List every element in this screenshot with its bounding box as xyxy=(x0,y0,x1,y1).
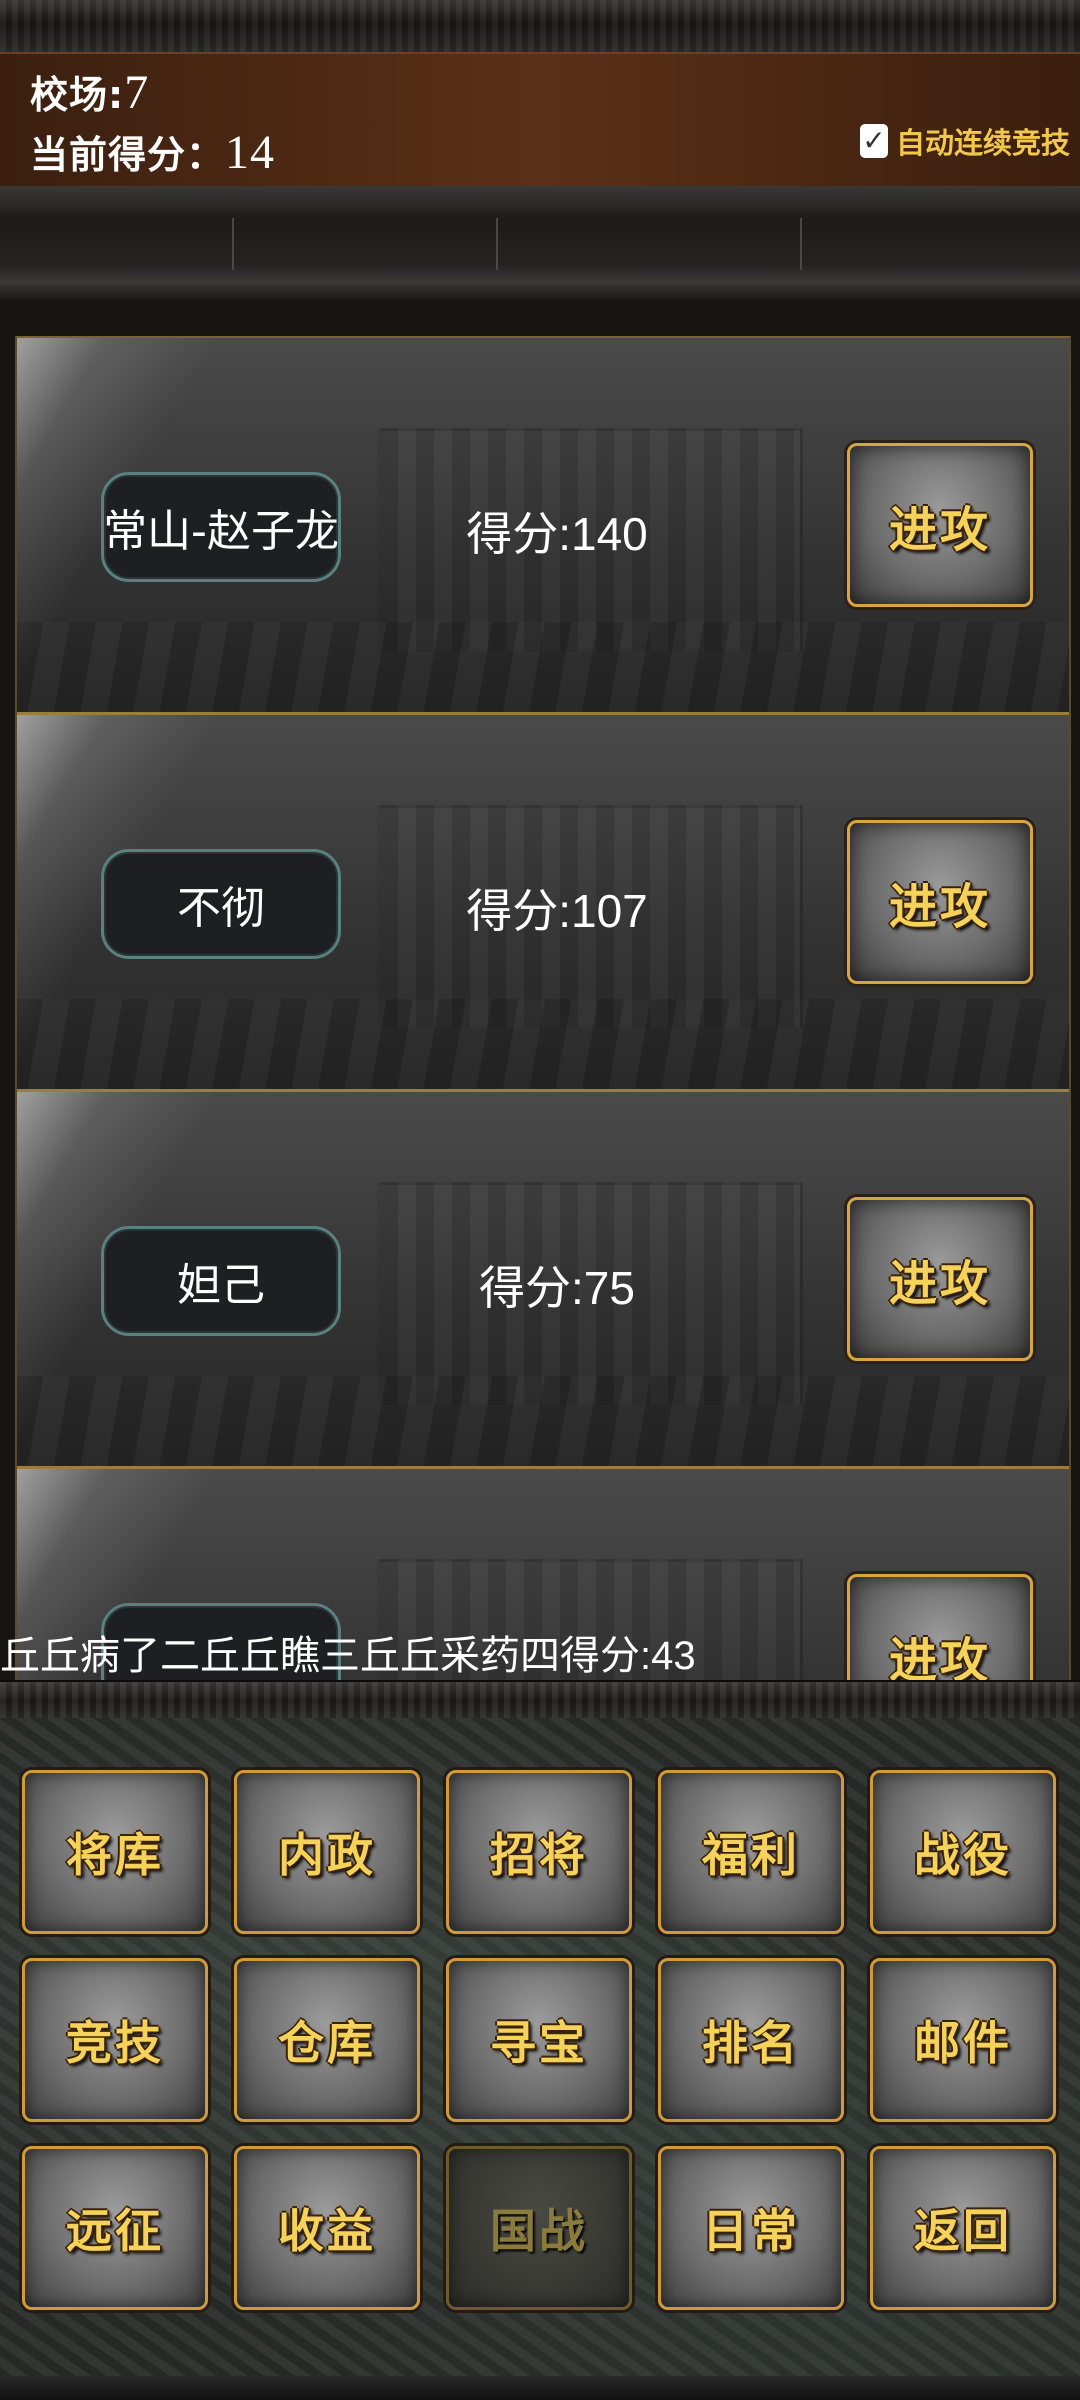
menu-button-recruit[interactable]: 招将 xyxy=(446,1770,632,1934)
current-score-value: 14 xyxy=(225,126,276,179)
auto-compete-label[interactable]: 自动连续竞技 xyxy=(896,120,1070,162)
menu-button-label: 战役 xyxy=(914,1828,1012,1882)
opponent-name[interactable]: 妲己 xyxy=(101,1226,341,1336)
opponent-score: 得分:107 xyxy=(466,885,648,937)
menu-button-domestic[interactable]: 内政 xyxy=(234,1770,420,1934)
arena-label: 校场: xyxy=(30,73,125,117)
checkmark-icon[interactable]: ✓ xyxy=(859,124,888,158)
menu-button-label: 寻宝 xyxy=(490,2016,588,2070)
menu-button-daily[interactable]: 日常 xyxy=(658,2146,844,2310)
bottom-bar xyxy=(0,2376,1080,2400)
opponent-card: 不彻 得分:107 进攻 xyxy=(17,715,1069,1094)
menu-button-label: 内政 xyxy=(278,1828,376,1882)
opponent-card: 妲己 得分:75 进攻 xyxy=(17,1092,1069,1471)
menu-frame xyxy=(0,1680,1080,1720)
attack-button[interactable]: 进攻 xyxy=(847,820,1033,984)
floor-background xyxy=(17,1376,1069,1466)
opponent-score: 得分:75 xyxy=(479,1262,635,1314)
attack-button[interactable]: 进攻 xyxy=(847,1197,1033,1361)
attack-button-label: 进攻 xyxy=(888,502,991,558)
menu-button-warehouse[interactable]: 仓库 xyxy=(234,1958,420,2122)
menu-button-ranking[interactable]: 排名 xyxy=(658,1958,844,2122)
main-menu: 将库 内政 招将 福利 战役 竞技 仓库 寻宝 排名 邮件 远征 收益 国战 日… xyxy=(0,1718,1080,2400)
menu-button-label: 招将 xyxy=(490,1828,588,1882)
auto-compete-toggle[interactable]: ✓ 自动连续竞技 xyxy=(859,120,1070,162)
tab-divider xyxy=(800,218,802,270)
menu-button-arena[interactable]: 竞技 xyxy=(22,1958,208,2122)
opponent-card: 常山-赵子龙 得分:140 进攻 xyxy=(17,338,1069,717)
opponent-list[interactable]: 常山-赵子龙 得分:140 进攻 不彻 得分:107 进攻 妲己 得分:75 进… xyxy=(15,336,1071,1680)
floor-background xyxy=(17,999,1069,1089)
attack-button-label: 进攻 xyxy=(888,879,991,935)
current-score-label: 当前得分： xyxy=(30,133,226,177)
opponent-name[interactable]: 不彻 xyxy=(101,849,341,959)
menu-button-label: 邮件 xyxy=(914,2016,1012,2070)
arena-header: 校场:7 当前得分：14 ✓ 自动连续竞技 xyxy=(0,52,1080,188)
menu-button-treasure[interactable]: 寻宝 xyxy=(446,1958,632,2122)
menu-button-label: 排名 xyxy=(702,2016,800,2070)
menu-button-label: 收益 xyxy=(278,2204,376,2258)
overflow-name-score-text: 丘丘病了二丘丘瞧三丘丘采药四得分:43 xyxy=(0,1634,696,1678)
menu-button-label: 日常 xyxy=(702,2204,800,2258)
menu-button-national-war[interactable]: 国战 xyxy=(446,2146,632,2310)
menu-button-welfare[interactable]: 福利 xyxy=(658,1770,844,1934)
floor-background xyxy=(17,622,1069,712)
menu-button-label: 竞技 xyxy=(66,2016,164,2070)
menu-button-label: 福利 xyxy=(702,1828,800,1882)
top-frame xyxy=(0,0,1080,55)
menu-button-generals[interactable]: 将库 xyxy=(22,1770,208,1934)
menu-button-expedition[interactable]: 远征 xyxy=(22,2146,208,2310)
attack-button[interactable]: 进攻 xyxy=(847,443,1033,607)
menu-button-campaign[interactable]: 战役 xyxy=(870,1770,1056,1934)
menu-button-label: 将库 xyxy=(66,1828,164,1882)
current-score-info: 当前得分：14 xyxy=(30,124,275,180)
menu-button-label: 仓库 xyxy=(278,2016,376,2070)
tab-divider xyxy=(496,218,498,270)
menu-button-back[interactable]: 返回 xyxy=(870,2146,1056,2310)
menu-button-mail[interactable]: 邮件 xyxy=(870,1958,1056,2122)
tab-bar xyxy=(0,186,1080,300)
attack-button-label: 进攻 xyxy=(888,1256,991,1312)
arena-value: 7 xyxy=(124,66,150,119)
menu-button-label: 国战 xyxy=(490,2204,588,2258)
opponent-name[interactable]: 常山-赵子龙 xyxy=(101,472,341,582)
opponent-score: 得分:140 xyxy=(466,508,648,560)
tab-divider xyxy=(232,218,234,270)
menu-button-label: 返回 xyxy=(914,2204,1012,2258)
arena-info: 校场:7 xyxy=(30,64,149,120)
menu-button-label: 远征 xyxy=(66,2204,164,2258)
menu-button-income[interactable]: 收益 xyxy=(234,2146,420,2310)
